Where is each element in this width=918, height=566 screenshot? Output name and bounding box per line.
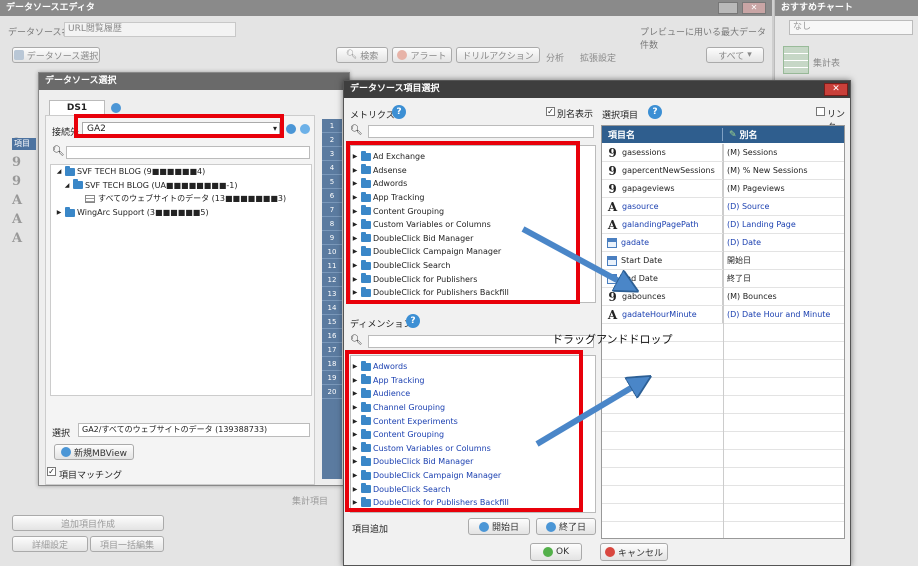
drag-arrows [521,226,918,447]
arrow-metrics [521,226,628,286]
drag-drop-annotation: ドラッグアンドドロップ [552,333,673,346]
arrow-dimensions [535,382,641,447]
